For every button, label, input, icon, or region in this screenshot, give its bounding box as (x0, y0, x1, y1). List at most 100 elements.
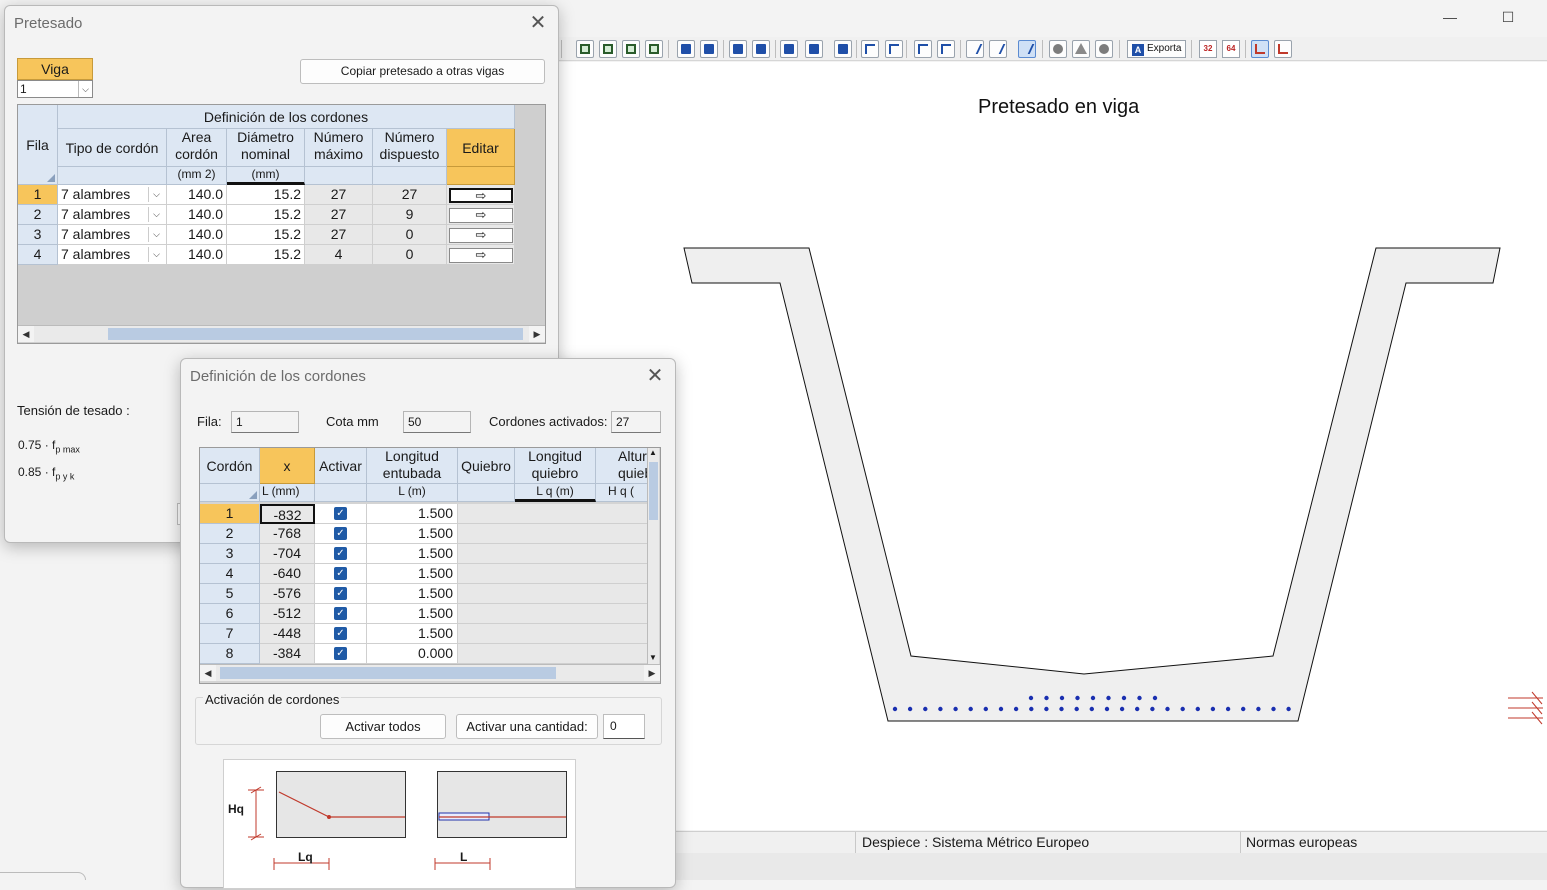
row-nmax-cell[interactable]: 27 (305, 205, 373, 225)
zoom-all-icon[interactable] (645, 40, 663, 58)
activados-field[interactable]: 27 (611, 411, 661, 433)
horizontal-scrollbar[interactable]: ◀ ▶ (200, 664, 660, 681)
chevron-down-icon[interactable]: ⌵ (148, 187, 164, 202)
warning-icon[interactable] (1072, 40, 1090, 58)
close-icon[interactable]: ✕ (642, 364, 668, 388)
scroll-thumb[interactable] (108, 328, 523, 340)
horizontal-scrollbar[interactable]: ◀ ▶ (18, 325, 545, 342)
activate-checkbox[interactable]: ✓ (334, 547, 347, 560)
row-ndisp-cell[interactable]: 9 (373, 205, 447, 225)
bits-32-button[interactable]: 32 (1199, 40, 1217, 58)
zoom-out-icon[interactable] (622, 40, 640, 58)
activate-checkbox[interactable]: ✓ (334, 647, 347, 660)
row-x-cell[interactable]: -640 (260, 564, 315, 584)
scroll-thumb[interactable] (649, 462, 658, 520)
vertical-scrollbar[interactable]: ▲ ▼ (647, 448, 659, 664)
row-x-cell[interactable]: -832 (260, 504, 315, 524)
chevron-down-icon[interactable]: ⌵ (78, 81, 92, 97)
row-nmax-cell[interactable]: 27 (305, 225, 373, 245)
activate-checkbox[interactable]: ✓ (334, 587, 347, 600)
row-x-cell[interactable]: -448 (260, 624, 315, 644)
cube-front-icon[interactable] (729, 40, 747, 58)
row-longitud-cell[interactable]: 1.500 (367, 504, 458, 524)
move-up-icon[interactable] (861, 40, 879, 58)
zoom-in-icon[interactable] (599, 40, 617, 58)
cancel-icon[interactable] (1049, 40, 1067, 58)
drawing-canvas[interactable]: Pretesado en viga (558, 62, 1547, 830)
row-ndisp-cell[interactable]: 0 (373, 225, 447, 245)
viga-select[interactable]: 1 ⌵ (17, 80, 93, 98)
zoom-frame-icon[interactable] (576, 40, 594, 58)
row-x-cell[interactable]: -768 (260, 524, 315, 544)
cube-solid-icon[interactable] (834, 40, 852, 58)
row-x-cell[interactable]: -512 (260, 604, 315, 624)
row-diametro-cell[interactable]: 15.2 (227, 185, 305, 205)
info-icon[interactable] (1095, 40, 1113, 58)
row-area-cell[interactable]: 140.0 (167, 225, 227, 245)
row-x-cell[interactable]: -704 (260, 544, 315, 564)
move-left-icon[interactable] (914, 40, 932, 58)
row-longitud-cell[interactable]: 1.500 (367, 524, 458, 544)
row-area-cell[interactable]: 140.0 (167, 185, 227, 205)
scroll-right-icon[interactable]: ▶ (644, 665, 660, 681)
fila-field[interactable]: 1 (231, 411, 299, 433)
view-copy-icon[interactable] (700, 40, 718, 58)
row-longitud-cell[interactable]: 1.500 (367, 564, 458, 584)
scroll-up-icon[interactable]: ▲ (649, 448, 657, 457)
row-area-cell[interactable]: 140.0 (167, 245, 227, 265)
row-ndisp-cell[interactable]: 0 (373, 245, 447, 265)
pencil-icon[interactable] (966, 40, 984, 58)
select-tool-icon[interactable] (1018, 40, 1036, 58)
chevron-down-icon[interactable]: ⌵ (148, 207, 164, 222)
row-nmax-cell[interactable]: 4 (305, 245, 373, 265)
row-longitud-cell[interactable]: 1.500 (367, 624, 458, 644)
pencil-alt-icon[interactable] (989, 40, 1007, 58)
chevron-down-icon[interactable]: ⌵ (148, 247, 164, 262)
scroll-right-icon[interactable]: ▶ (529, 326, 545, 342)
edit-row-button[interactable]: ⇨ (449, 208, 513, 223)
activate-checkbox[interactable]: ✓ (334, 527, 347, 540)
edit-row-button[interactable]: ⇨ (449, 188, 513, 203)
dimension-alt-icon[interactable] (1274, 40, 1292, 58)
cota-field[interactable]: 50 (403, 411, 471, 433)
activate-checkbox[interactable]: ✓ (334, 607, 347, 620)
scroll-left-icon[interactable]: ◀ (200, 665, 216, 681)
edit-row-button[interactable]: ⇨ (449, 228, 513, 243)
row-longitud-cell[interactable]: 0.000 (367, 644, 458, 664)
activate-quantity-button[interactable]: Activar una cantidad: (456, 714, 598, 739)
activate-checkbox[interactable]: ✓ (334, 567, 347, 580)
activate-quantity-input[interactable]: 0 (603, 714, 645, 739)
move-down-icon[interactable] (885, 40, 903, 58)
scroll-down-icon[interactable]: ▼ (649, 653, 657, 662)
row-ndisp-cell[interactable]: 27 (373, 185, 447, 205)
activate-checkbox[interactable]: ✓ (334, 627, 347, 640)
export-button[interactable]: A Exporta (1127, 40, 1187, 58)
chevron-down-icon[interactable]: ⌵ (148, 227, 164, 242)
dimension-icon[interactable] (1251, 40, 1269, 58)
row-area-cell[interactable]: 140.0 (167, 205, 227, 225)
row-longitud-cell[interactable]: 1.500 (367, 544, 458, 564)
scroll-left-icon[interactable]: ◀ (18, 326, 34, 342)
activate-checkbox[interactable]: ✓ (334, 507, 347, 520)
edit-row-button[interactable]: ⇨ (449, 248, 513, 263)
move-right-icon[interactable] (937, 40, 955, 58)
row-nmax-cell[interactable]: 27 (305, 185, 373, 205)
row-longitud-cell[interactable]: 1.500 (367, 604, 458, 624)
copy-prestress-button[interactable]: Copiar pretesado a otras vigas (300, 59, 545, 84)
row-x-cell[interactable]: -576 (260, 584, 315, 604)
row-x-cell[interactable]: -384 (260, 644, 315, 664)
cube-iso-icon[interactable] (805, 40, 823, 58)
minimize-button[interactable]: — (1435, 6, 1465, 28)
cube-side-icon[interactable] (752, 40, 770, 58)
bits-64-button[interactable]: 64 (1222, 40, 1240, 58)
row-longitud-cell[interactable]: 1.500 (367, 584, 458, 604)
close-icon[interactable]: ✕ (525, 11, 551, 35)
view-3d-icon[interactable] (677, 40, 695, 58)
scroll-thumb[interactable] (220, 667, 556, 679)
cube-top-icon[interactable] (780, 40, 798, 58)
row-diametro-cell[interactable]: 15.2 (227, 245, 305, 265)
row-diametro-cell[interactable]: 15.2 (227, 205, 305, 225)
activate-all-button[interactable]: Activar todos (320, 714, 446, 739)
row-diametro-cell[interactable]: 15.2 (227, 225, 305, 245)
maximize-button[interactable]: ☐ (1493, 6, 1523, 28)
